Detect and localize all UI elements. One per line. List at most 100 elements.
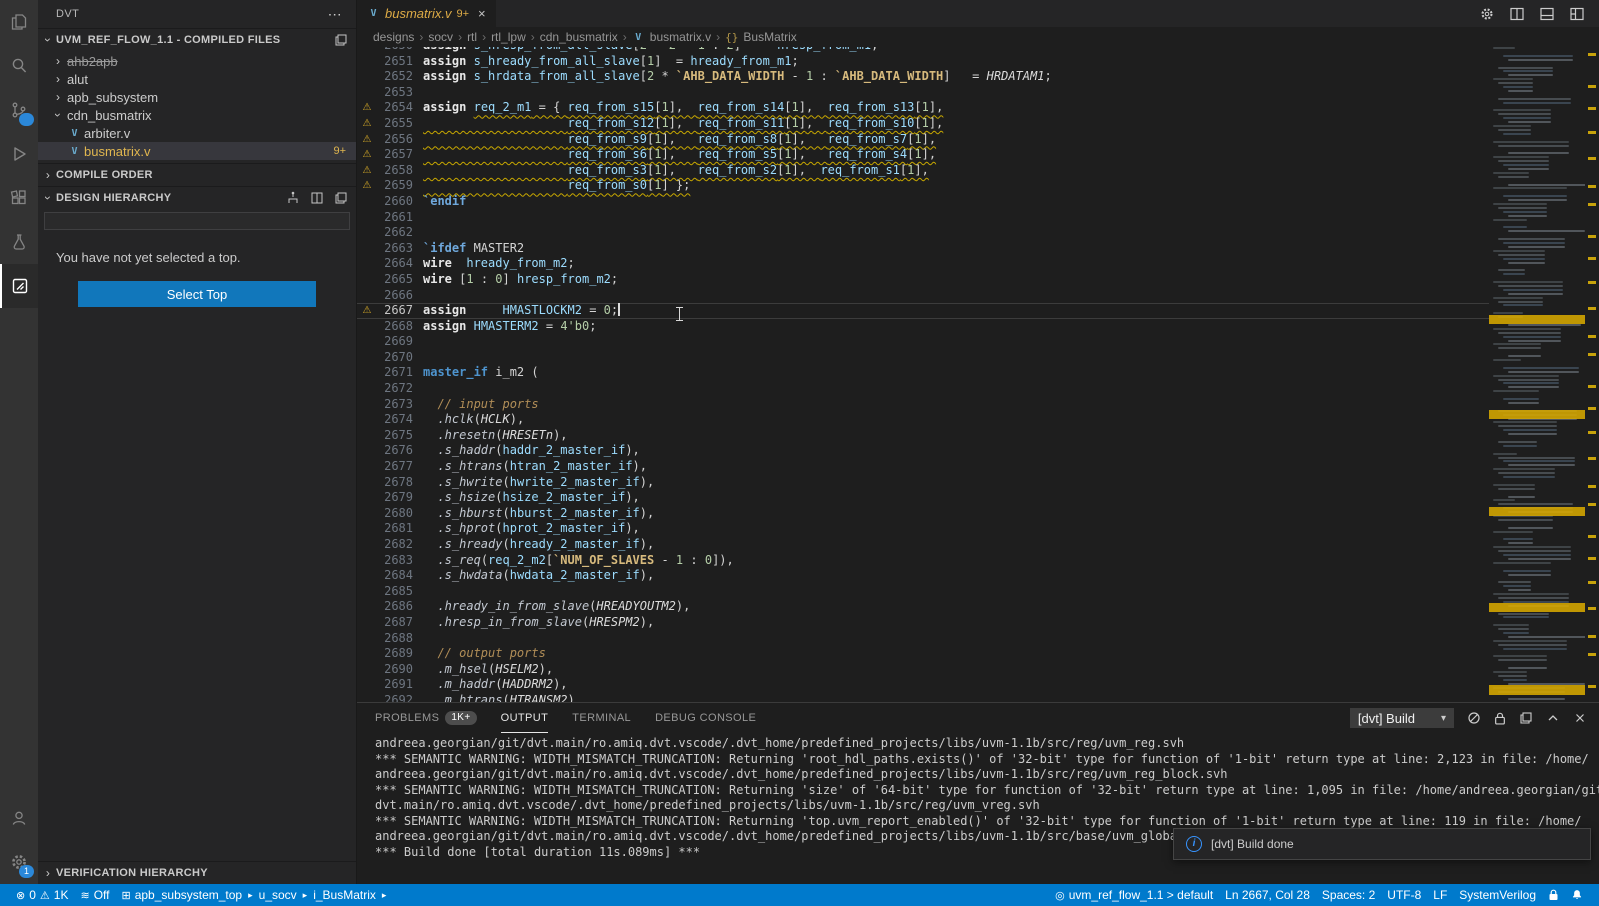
code-line-2677[interactable]: 2677 .s_htrans(htran_2_master_if), [357, 459, 1489, 475]
activity-bar-explorer-icon[interactable] [0, 0, 38, 44]
tree-item-cdn_busmatrix[interactable]: ›cdn_busmatrix [38, 106, 356, 124]
maximize-panel-icon[interactable] [1546, 711, 1560, 725]
code-line-2680[interactable]: 2680 .s_hburst(hburst_2_master_if), [357, 506, 1489, 522]
code-line-2679[interactable]: 2679 .s_hsize(hsize_2_master_if), [357, 490, 1489, 506]
tab-busmatrix[interactable]: V busmatrix.v 9+ × [357, 0, 496, 27]
activity-bar-run-and-debug-icon[interactable] [0, 132, 38, 176]
cursor-position[interactable]: Ln 2667, Col 28 [1219, 884, 1316, 906]
code-line-2662[interactable]: 2662 [357, 225, 1489, 241]
code-line-2673[interactable]: 2673 // input ports [357, 397, 1489, 413]
code-line-2671[interactable]: 2671master_if i_m2 ( [357, 365, 1489, 381]
code-line-2659[interactable]: ⚠2659 req_from_s0[1] }; [357, 178, 1489, 194]
language-mode[interactable]: SystemVerilog [1453, 884, 1542, 906]
code-line-2675[interactable]: 2675 .hresetn(HRESETn), [357, 428, 1489, 444]
breadcrumb-item-socv[interactable]: socv [428, 30, 453, 44]
indentation[interactable]: Spaces: 2 [1316, 884, 1381, 906]
settings-gear-icon[interactable] [1479, 6, 1495, 22]
activity-bar-testing-icon[interactable] [0, 220, 38, 264]
tree-item-alut[interactable]: ›alut [38, 70, 356, 88]
code-line-2668[interactable]: 2668assign HMASTERM2 = 4'b0; [357, 319, 1489, 335]
code-line-2683[interactable]: 2683 .s_req(req_2_m2[`NUM_OF_SLAVES - 1 … [357, 553, 1489, 569]
breadcrumb-item-BusMatrix[interactable]: BusMatrix [743, 30, 796, 44]
code-line-2685[interactable]: 2685 [357, 584, 1489, 600]
panel-tab-terminal[interactable]: TERMINAL [572, 703, 631, 733]
hierarchy-view-icon[interactable] [286, 191, 300, 205]
breadcrumb-item-busmatrix.v[interactable]: busmatrix.v [650, 30, 711, 44]
encoding[interactable]: UTF-8 [1381, 884, 1427, 906]
tree-item-apb_subsystem[interactable]: ›apb_subsystem [38, 88, 356, 106]
design-path-item[interactable]: u_socv [259, 888, 297, 902]
close-tab-icon[interactable]: × [478, 6, 486, 21]
project-config[interactable]: ◎uvm_ref_flow_1.1 > default [1049, 884, 1219, 906]
code-line-2655[interactable]: ⚠2655 req_from_s12[1], req_from_s11[1], … [357, 116, 1489, 132]
code-line-2661[interactable]: 2661 [357, 210, 1489, 226]
code-line-2663[interactable]: 2663`ifdef MASTER2 [357, 241, 1489, 257]
lock-icon[interactable] [1542, 884, 1565, 906]
code-line-2665[interactable]: 2665wire [1 : 0] hresp_from_m2; [357, 272, 1489, 288]
breadcrumb-item-cdn_busmatrix[interactable]: cdn_busmatrix [540, 30, 618, 44]
activity-bar-search-icon[interactable] [0, 44, 38, 88]
code-line-2667[interactable]: ⚠2667assign HMASTLOCKM2 = 0; [357, 303, 1489, 319]
more-actions-icon[interactable]: ⋯ [328, 6, 342, 23]
code-line-2678[interactable]: 2678 .s_hwrite(hwrite_2_master_if), [357, 475, 1489, 491]
lock-scroll-icon[interactable] [1494, 712, 1506, 725]
hierarchy-filter-box[interactable] [44, 212, 350, 230]
output-log[interactable]: andreea.georgian/git/dvt.main/ro.amiq.dv… [357, 733, 1599, 884]
tree-item-ahb2apb[interactable]: ›ahb2apb [38, 52, 356, 70]
code-line-2690[interactable]: 2690 .m_hsel(HSELM2), [357, 662, 1489, 678]
panel-tab-output[interactable]: OUTPUT [501, 703, 549, 733]
code-line-2686[interactable]: 2686 .hready_in_from_slave(HREADYOUTM2), [357, 599, 1489, 615]
tree-item-arbiter.v[interactable]: Varbiter.v [38, 124, 356, 142]
code-line-2654[interactable]: ⚠2654assign req_2_m1 = { req_from_s15[1]… [357, 100, 1489, 116]
minimap[interactable] [1489, 47, 1585, 702]
code-line-2651[interactable]: 2651assign s_hready_from_all_slave[1] = … [357, 54, 1489, 70]
design-path-item[interactable]: i_BusMatrix [313, 888, 376, 902]
code-line-2666[interactable]: 2666 [357, 288, 1489, 304]
code-line-2652[interactable]: 2652assign s_hrdata_from_all_slave[2 * `… [357, 69, 1489, 85]
notifications-bell-icon[interactable] [1565, 884, 1589, 906]
output-channel-select[interactable]: [dvt] Build▾ [1350, 708, 1454, 728]
breadcrumb-item-designs[interactable]: designs [373, 30, 414, 44]
code-line-2692[interactable]: 2692 .m_htrans(HTRANSM2) [357, 693, 1489, 702]
code-line-2664[interactable]: 2664wire hready_from_m2; [357, 256, 1489, 272]
copy-icon[interactable] [334, 191, 348, 205]
activity-bar-extensions-icon[interactable] [0, 176, 38, 220]
breadcrumb-item-rtl[interactable]: rtl [467, 30, 477, 44]
split-editor-icon[interactable] [1509, 6, 1525, 22]
code-line-2658[interactable]: ⚠2658 req_from_s3[1], req_from_s2[1], re… [357, 163, 1489, 179]
code-line-2682[interactable]: 2682 .s_hready(hready_2_master_if), [357, 537, 1489, 553]
design-hierarchy-header[interactable]: › DESIGN HIERARCHY [38, 186, 356, 209]
code-line-2691[interactable]: 2691 .m_haddr(HADDRM2), [357, 677, 1489, 693]
eol[interactable]: LF [1427, 884, 1453, 906]
code-line-2670[interactable]: 2670 [357, 350, 1489, 366]
code-line-2650[interactable]: 2650assign s_hresp_from_all_slave[2 * 2 … [357, 47, 1489, 54]
code-line-2660[interactable]: 2660`endif [357, 194, 1489, 210]
code-line-2676[interactable]: 2676 .s_haddr(haddr_2_master_if), [357, 443, 1489, 459]
panel-tab-problems[interactable]: PROBLEMS1K+ [375, 703, 477, 733]
code-line-2669[interactable]: 2669 [357, 334, 1489, 350]
code-line-2674[interactable]: 2674 .hclk(HCLK), [357, 412, 1489, 428]
open-in-editor-icon[interactable] [1519, 711, 1533, 725]
tree-item-busmatrix.v[interactable]: Vbusmatrix.v9+ [38, 142, 356, 160]
activity-bar-account-icon[interactable] [0, 796, 38, 840]
code-line-2684[interactable]: 2684 .s_hwdata(hwdata_2_master_if), [357, 568, 1489, 584]
code-line-2656[interactable]: ⚠2656 req_from_s9[1], req_from_s8[1], re… [357, 132, 1489, 148]
activity-bar-settings-icon[interactable]: 1 [0, 840, 38, 884]
code-line-2657[interactable]: ⚠2657 req_from_s6[1], req_from_s5[1], re… [357, 147, 1489, 163]
problems-indicator[interactable]: ⊗0 ⚠1K [10, 884, 74, 906]
toggle-panel-icon[interactable] [1539, 6, 1555, 22]
activity-bar-source-control-icon[interactable] [0, 88, 38, 132]
customize-layout-icon[interactable] [1569, 6, 1585, 22]
clear-output-icon[interactable] [1467, 711, 1481, 725]
code-line-2681[interactable]: 2681 .s_hprot(hprot_2_master_if), [357, 521, 1489, 537]
panel-tab-debug-console[interactable]: DEBUG CONSOLE [655, 703, 756, 733]
code-line-2688[interactable]: 2688 [357, 631, 1489, 647]
design-path[interactable]: ⊞ apb_subsystem_top▸u_socv▸i_BusMatrix▸ [115, 884, 394, 906]
code-line-2687[interactable]: 2687 .hresp_in_from_slave(HRESPM2), [357, 615, 1489, 631]
compiled-files-header[interactable]: › UVM_REF_FLOW_1.1 - COMPILED FILES [38, 28, 356, 51]
checks-toggle[interactable]: ≋Off [74, 884, 115, 906]
split-view-icon[interactable] [310, 191, 324, 205]
code-line-2689[interactable]: 2689 // output ports [357, 646, 1489, 662]
activity-bar-dvt-tools-icon[interactable] [0, 264, 38, 308]
code-editor[interactable]: 2650assign s_hresp_from_all_slave[2 * 2 … [357, 47, 1489, 702]
